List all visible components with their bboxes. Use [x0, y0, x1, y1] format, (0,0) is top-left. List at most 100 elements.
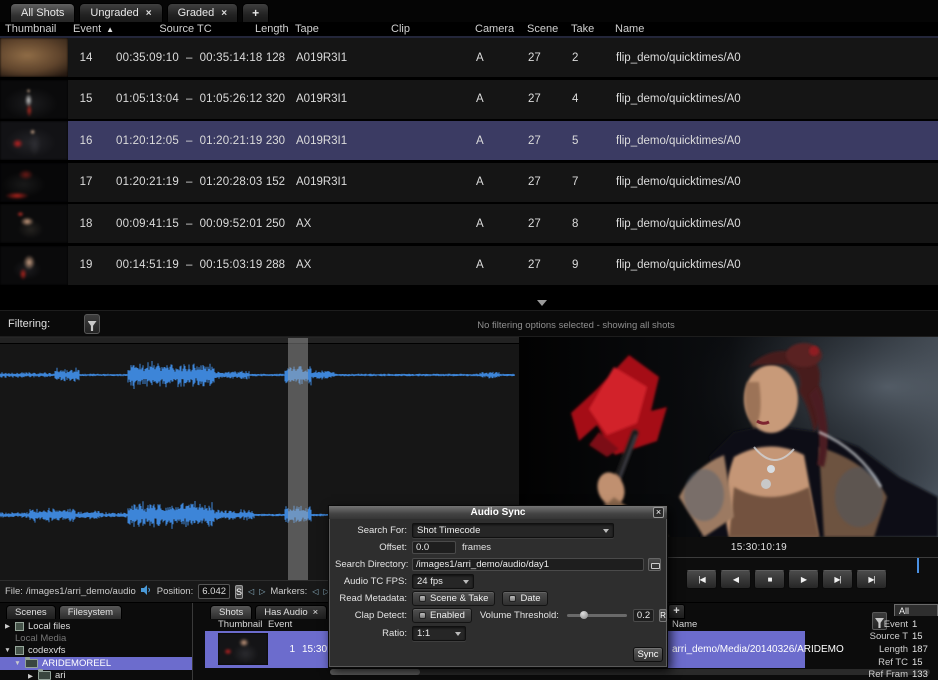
- drive-icon: [15, 622, 24, 631]
- step-back-button[interactable]: ◀: [720, 570, 751, 589]
- col-name[interactable]: Name: [610, 23, 938, 35]
- cell-take: 7: [566, 176, 610, 188]
- file-label: File:: [5, 586, 23, 597]
- cell-tape: AX: [290, 259, 386, 271]
- col-thumbnail[interactable]: Thumbnail: [0, 23, 68, 35]
- scene-take-toggle[interactable]: Scene & Take: [412, 591, 495, 606]
- dialog-titlebar[interactable]: Audio Sync ×: [329, 506, 667, 519]
- add-tab-button[interactable]: +: [668, 604, 685, 619]
- position-next-button[interactable]: ▷: [259, 586, 265, 598]
- shot-row[interactable]: 17 01:20:21:19–01:20:28:03 152 A019R3I1 …: [0, 163, 938, 202]
- sync-button[interactable]: Sync: [633, 647, 663, 662]
- position-input[interactable]: 6.042: [198, 584, 230, 599]
- cell-scene: 27: [522, 135, 566, 147]
- shot-row[interactable]: 18 00:09:41:15–00:09:52:01 250 AX A 27 8…: [0, 204, 938, 243]
- tab-all-shots[interactable]: All Shots: [10, 3, 75, 22]
- volume-threshold-label: Volume Threshold:: [480, 610, 559, 621]
- snap-button[interactable]: S: [235, 585, 243, 599]
- file-path: /images1/arri_demo/audio: [26, 586, 136, 597]
- play-button[interactable]: ▶: [788, 570, 819, 589]
- speaker-icon[interactable]: [141, 585, 152, 598]
- col-length[interactable]: Length: [250, 23, 290, 35]
- info-tab-all[interactable]: All: [894, 604, 938, 616]
- tree-item-local-files[interactable]: ▶ Local files: [0, 620, 192, 632]
- shot-row[interactable]: 15 01:05:13:04–01:05:26:12 320 A019R3I1 …: [0, 80, 938, 119]
- tab-shots[interactable]: Shots: [210, 605, 252, 619]
- tab-graded[interactable]: Graded×: [167, 3, 239, 22]
- tab-scenes[interactable]: Scenes: [6, 605, 56, 619]
- col-tape[interactable]: Tape: [290, 23, 386, 35]
- marker-prev-button[interactable]: ◁: [312, 586, 318, 598]
- tab-ungraded[interactable]: Ungraded×: [79, 3, 162, 22]
- col-camera[interactable]: Camera: [470, 23, 522, 35]
- audio-tc-fps-dropdown[interactable]: 24 fps: [412, 574, 474, 589]
- cell-event: 14: [68, 52, 116, 64]
- tree-item-ari[interactable]: ▶ ari: [0, 670, 192, 680]
- position-prev-button[interactable]: ◁: [248, 586, 254, 598]
- stop-button[interactable]: ■: [754, 570, 785, 589]
- close-icon[interactable]: ×: [146, 8, 152, 19]
- cell-source-tc: 01:20:21:19–01:20:28:03: [116, 176, 250, 188]
- tab-has-audio[interactable]: Has Audio×: [255, 605, 327, 619]
- dialog-close-button[interactable]: ×: [653, 507, 664, 518]
- date-toggle[interactable]: Date: [502, 591, 547, 606]
- cell-take: 5: [566, 135, 610, 147]
- shot-thumbnail: [0, 246, 68, 285]
- tree-item-local-media[interactable]: Local Media: [0, 632, 192, 644]
- search-directory-label: Search Directory:: [335, 559, 407, 570]
- cell-tape: A019R3I1: [290, 176, 386, 188]
- cell-source-tc: 00:35:09:10–00:35:14:18: [116, 52, 250, 64]
- tree-item-codexvfs[interactable]: ▼ codexvfs: [0, 645, 192, 657]
- add-tab-button[interactable]: +: [242, 3, 269, 22]
- step-forward-button[interactable]: ▶|: [822, 570, 853, 589]
- expand-collapsed-icon[interactable]: ▶: [27, 672, 34, 680]
- cell-name: flip_demo/quicktimes/A0: [610, 218, 938, 230]
- search-directory-input[interactable]: /images1/arri_demo/audio/day1: [412, 558, 644, 571]
- go-to-end-button[interactable]: ▶|: [856, 570, 887, 589]
- col-take[interactable]: Take: [566, 23, 610, 35]
- cell-scene: 27: [522, 52, 566, 64]
- filter-status: No filtering options selected - showing …: [380, 320, 772, 331]
- scrollbar-thumb[interactable]: [330, 669, 420, 675]
- col-thumbnail[interactable]: Thumbnail: [218, 619, 262, 630]
- col-event[interactable]: Event▲: [68, 23, 116, 35]
- tree-item-aridemoreel[interactable]: ▼ ARIDEMOREEL: [0, 657, 192, 669]
- go-to-start-button[interactable]: |◀: [686, 570, 717, 589]
- shot-row[interactable]: 19 00:14:51:19–00:15:03:19 288 AX A 27 9…: [0, 246, 938, 285]
- col-event[interactable]: Event: [268, 619, 292, 630]
- shot-info-panel: Event1 Source T15 Length187 Ref TC15 Ref…: [838, 618, 938, 680]
- cell-camera: A: [470, 218, 522, 230]
- filter-funnel-button[interactable]: [84, 314, 100, 334]
- cell-camera: A: [470, 52, 522, 64]
- expand-open-icon[interactable]: ▼: [14, 660, 21, 667]
- expand-open-icon[interactable]: ▼: [4, 647, 11, 654]
- col-scene[interactable]: Scene: [522, 23, 566, 35]
- cell-source-tc: 00:09:41:15–00:09:52:01: [116, 218, 250, 230]
- playhead[interactable]: [917, 558, 919, 573]
- toggle-led-icon: [419, 595, 426, 602]
- slider-thumb[interactable]: [580, 611, 588, 619]
- cell-tape: AX: [290, 218, 386, 230]
- col-clip[interactable]: Clip: [386, 23, 470, 35]
- volume-threshold-slider[interactable]: [567, 614, 627, 617]
- player-timeline[interactable]: [668, 557, 938, 558]
- expand-collapsed-icon[interactable]: ▶: [4, 622, 11, 630]
- search-for-dropdown[interactable]: Shot Timecode: [412, 523, 614, 538]
- cell-source-tc: 01:05:13:04–01:05:26:12: [116, 93, 250, 105]
- browse-folder-button[interactable]: [648, 558, 661, 571]
- tab-filesystem[interactable]: Filesystem: [59, 605, 122, 619]
- shot-row[interactable]: 14 00:35:09:10–00:35:14:18 128 A019R3I1 …: [0, 38, 938, 77]
- panel-collapse-handle[interactable]: [532, 300, 552, 309]
- waveform-playhead-region[interactable]: [288, 338, 308, 581]
- close-icon[interactable]: ×: [313, 606, 319, 619]
- col-source-tc[interactable]: Source TC: [116, 23, 250, 35]
- ratio-dropdown[interactable]: 1:1: [412, 626, 466, 641]
- reset-threshold-button[interactable]: R: [659, 609, 667, 622]
- clap-detect-enabled-toggle[interactable]: Enabled: [412, 608, 472, 623]
- volume-threshold-input[interactable]: 0.2: [633, 609, 654, 622]
- col-name[interactable]: Name: [672, 619, 697, 630]
- shot-row-selected[interactable]: 16 01:20:12:05–01:20:21:19 230 A019R3I1 …: [0, 121, 938, 160]
- close-icon[interactable]: ×: [221, 8, 227, 19]
- offset-input[interactable]: 0.0: [412, 541, 456, 554]
- waveform-ruler: [0, 338, 519, 344]
